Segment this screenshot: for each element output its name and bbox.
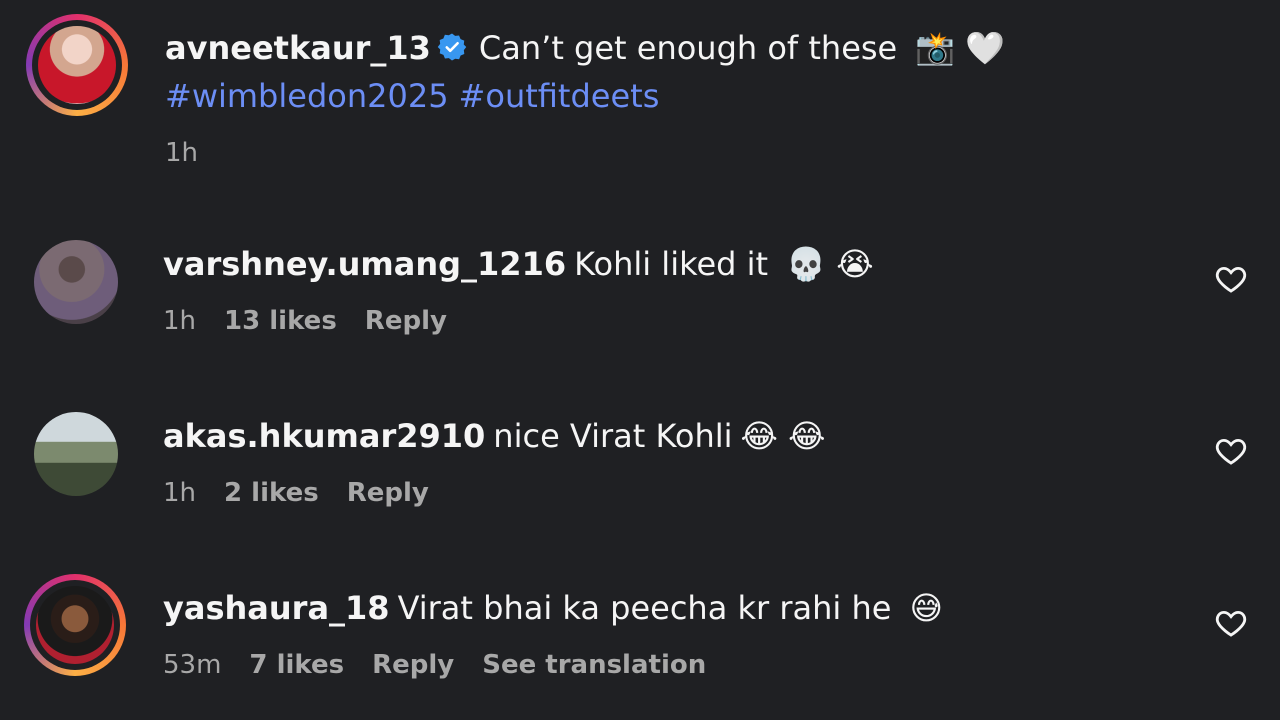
verified-badge-icon xyxy=(437,33,467,61)
comment-emojis: 💀 😭 xyxy=(786,245,874,283)
comments-panel: avneetkaur_13 Can’t get enough of these … xyxy=(0,0,1280,720)
comment-line: varshney.umang_1216 Kohli liked it 💀 😭 xyxy=(163,242,874,286)
heart-outline-icon[interactable] xyxy=(1214,434,1248,468)
comment-emojis: 😅 xyxy=(909,589,943,627)
comment-item: akas.hkumar2910 nice Virat Kohli 😂 😂 1h 2 l… xyxy=(0,412,1280,542)
caption-username[interactable]: avneetkaur_13 xyxy=(165,29,431,67)
comment-meta: 53m 7 likes Reply See translation xyxy=(163,650,734,680)
comment-likes-count[interactable]: 2 likes xyxy=(224,478,319,508)
comment-timestamp: 1h xyxy=(163,306,197,336)
avatar-photo xyxy=(36,586,114,664)
comment-username[interactable]: akas.hkumar2910 xyxy=(163,417,485,455)
caption-author-avatar[interactable] xyxy=(26,14,128,116)
see-translation-button[interactable]: See translation xyxy=(482,650,706,680)
comment-emojis: 😂 😂 xyxy=(740,417,826,455)
hashtag-link[interactable]: #outfitdeets xyxy=(459,77,660,115)
caption-text: Can’t get enough of these xyxy=(478,29,898,67)
comment-item: varshney.umang_1216 Kohli liked it 💀 😭 1h… xyxy=(0,240,1280,370)
comment-text: Virat bhai ka peecha kr rahi he xyxy=(397,589,892,627)
comment-item: yashaura_18 Virat bhai ka peecha kr rahi … xyxy=(0,574,1280,714)
caption-timestamp: 1h xyxy=(165,138,199,168)
avatar-photo xyxy=(38,26,116,104)
reply-button[interactable]: Reply xyxy=(365,306,447,336)
comment-line: yashaura_18 Virat bhai ka peecha kr rahi … xyxy=(163,586,943,630)
comment-meta: 1h 13 likes Reply xyxy=(163,306,475,336)
comment-likes-count[interactable]: 13 likes xyxy=(224,306,337,336)
comment-text: nice Virat Kohli xyxy=(493,417,733,455)
commenter-avatar[interactable] xyxy=(34,412,118,496)
comment-line: akas.hkumar2910 nice Virat Kohli 😂 😂 xyxy=(163,414,825,458)
comment-timestamp: 1h xyxy=(163,478,197,508)
commenter-avatar[interactable] xyxy=(24,574,126,676)
commenter-avatar[interactable] xyxy=(34,240,118,324)
hashtag-link[interactable]: #wimbledon2025 xyxy=(165,77,449,115)
heart-outline-icon[interactable] xyxy=(1214,606,1248,640)
comment-meta: 1h 2 likes Reply xyxy=(163,478,457,508)
caption-line: avneetkaur_13 Can’t get enough of these … xyxy=(165,26,1005,70)
caption-hashtags: #wimbledon2025 #outfitdeets xyxy=(165,74,669,118)
comment-likes-count[interactable]: 7 likes xyxy=(249,650,344,680)
comment-timestamp: 53m xyxy=(163,650,222,680)
heart-outline-icon[interactable] xyxy=(1214,262,1248,296)
reply-button[interactable]: Reply xyxy=(347,478,429,508)
comment-username[interactable]: varshney.umang_1216 xyxy=(163,245,566,283)
comment-text: Kohli liked it xyxy=(574,245,769,283)
comment-username[interactable]: yashaura_18 xyxy=(163,589,390,627)
caption-emojis: 📸 🤍 xyxy=(915,29,1006,67)
reply-button[interactable]: Reply xyxy=(372,650,454,680)
